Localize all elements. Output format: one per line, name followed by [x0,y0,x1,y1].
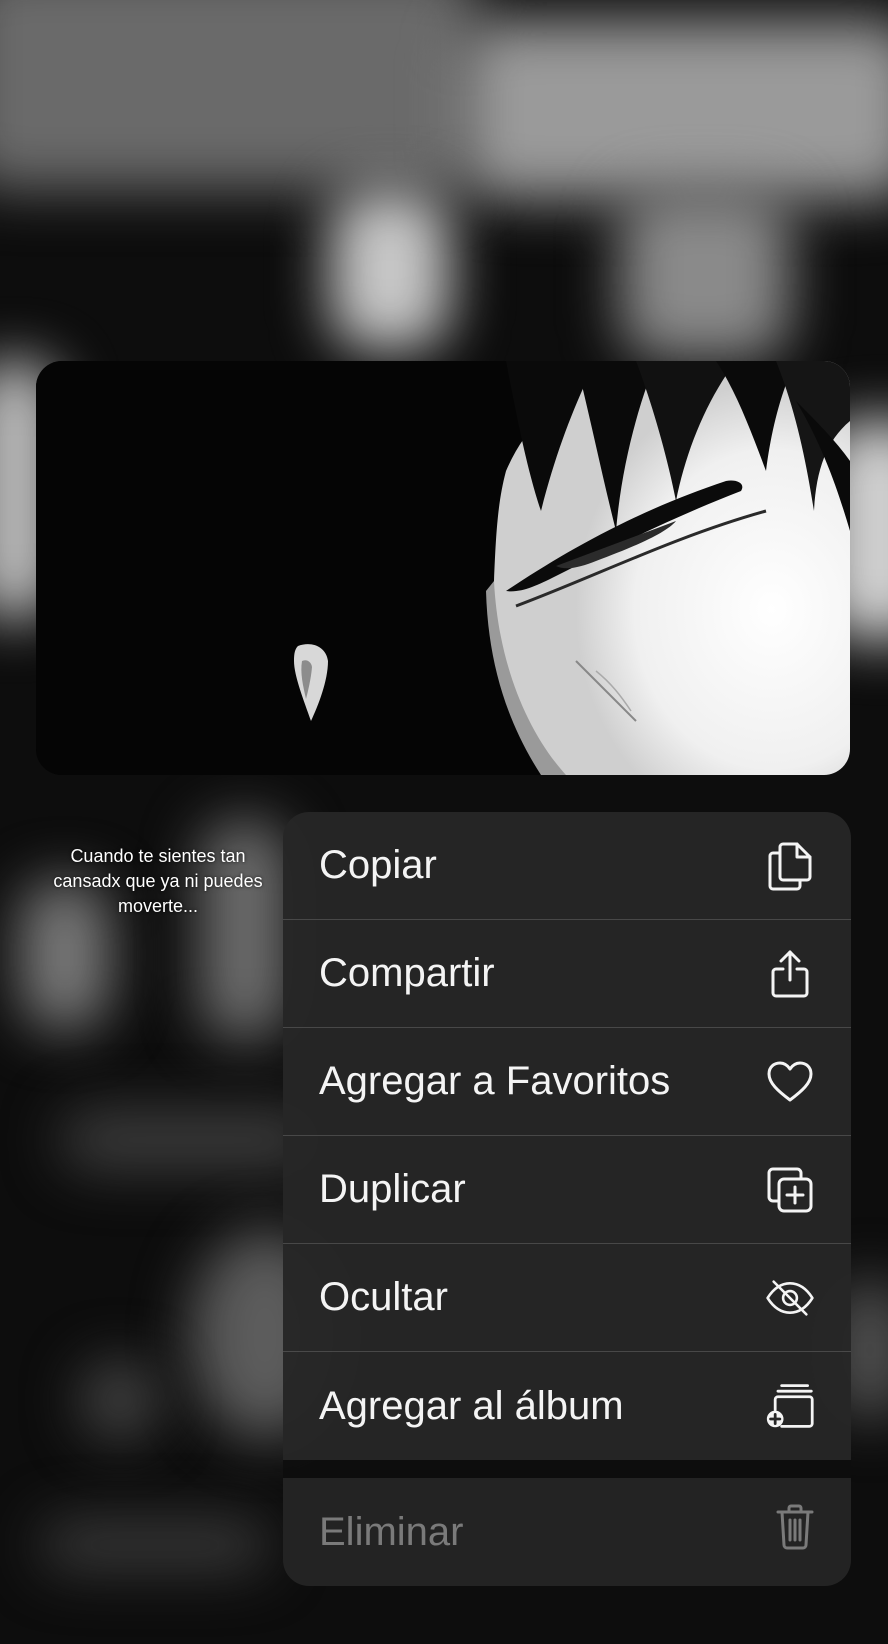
caption-line-2: cansadx que ya ni puedes [53,871,263,891]
menu-item-label: Agregar a Favoritos [319,1059,671,1103]
menu-item-label: Duplicar [319,1167,466,1211]
menu-item-share[interactable]: Compartir [283,920,851,1028]
add-to-album-icon [765,1381,815,1431]
menu-item-label: Agregar al álbum [319,1383,624,1428]
menu-item-hide[interactable]: Ocultar [283,1244,851,1352]
share-icon [765,949,815,999]
menu-item-label: Copiar [319,843,437,887]
menu-item-copy[interactable]: Copiar [283,812,851,920]
menu-item-add-to-album[interactable]: Agregar al álbum [283,1352,851,1460]
copy-icon [765,841,815,891]
caption-line-3: moverte... [117,896,199,916]
photo-caption: Cuando te sientes tan cansadx que ya ni … [30,844,286,919]
menu-item-label: Ocultar [319,1275,448,1319]
photo-preview[interactable] [36,361,850,775]
duplicate-icon [765,1165,815,1215]
menu-separator [283,1460,851,1478]
menu-item-label: Compartir [319,951,495,995]
caption-line-1: Cuando te sientes tan [70,846,246,866]
trash-icon [775,1503,815,1561]
eye-slash-icon [765,1273,815,1323]
anime-face-image [36,361,850,775]
context-menu: Copiar Compartir Agregar a Favoritos Dup… [283,812,851,1586]
menu-item-label: Eliminar [319,1509,464,1554]
menu-item-add-favorites[interactable]: Agregar a Favoritos [283,1028,851,1136]
context-menu-actions: Copiar Compartir Agregar a Favoritos Dup… [283,812,851,1460]
menu-item-duplicate[interactable]: Duplicar [283,1136,851,1244]
menu-item-delete[interactable]: Eliminar [283,1478,851,1586]
photo-context-menu-screen: Cuando te sientes tan cansadx que ya ni … [0,0,888,1644]
heart-icon [765,1057,815,1107]
